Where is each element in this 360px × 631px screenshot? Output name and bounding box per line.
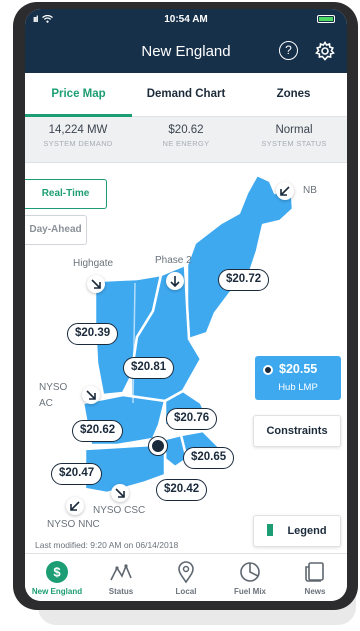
nyso-nnc-interface-arrow-icon[interactable] [66,497,84,515]
real-time-toggle[interactable]: Real-Time [25,179,107,209]
location-pin-icon [154,560,218,584]
nyso-nnc-label: NYSO NNC [47,519,100,530]
phase2-label: Phase 2 [155,255,192,266]
stat-system-status: Normal SYSTEM STATUS [241,124,347,148]
highgate-interface-arrow-icon[interactable] [87,275,105,293]
stat-label: SYSTEM STATUS [261,139,327,148]
hub-label: Hub LMP [278,382,318,393]
hub-location-marker[interactable] [149,437,167,455]
view-tabs: Price Map Demand Chart Zones [25,73,347,117]
status-chart-icon [89,560,153,584]
price-nema[interactable]: $20.76 [166,408,218,430]
app-header: ııl 10:54 AM New England ? [25,9,347,73]
nav-label: News [304,587,326,596]
stat-label: NE ENERGY [162,139,210,148]
hub-lmp-card[interactable]: $20.55 Hub LMP [255,356,341,400]
nav-new-england[interactable]: $ New England [25,560,89,596]
price-new-hampshire[interactable]: $20.81 [123,357,175,379]
price-maine[interactable]: $20.72 [218,269,270,291]
nyso-ac-label: NYSO AC [39,382,68,409]
stat-system-demand: 14,224 MW SYSTEM DEMAND [25,124,131,148]
nyso-ac-interface-arrow-icon[interactable] [82,386,100,404]
hub-dot-icon [263,365,273,375]
system-stats: 14,224 MW SYSTEM DEMAND $20.62 NE ENERGY… [25,117,347,163]
nav-local[interactable]: Local [154,560,218,596]
price-wcma[interactable]: $20.62 [72,420,124,442]
nav-label: New England [31,587,83,596]
page-title: New England [141,43,231,60]
nav-label: Local [175,587,197,596]
nav-label: Fuel Mix [233,587,266,596]
nb-interface-arrow-icon[interactable] [276,182,294,200]
nb-label: NB [303,185,317,196]
day-ahead-toggle[interactable]: Day-Ahead [25,215,87,245]
phase2-interface-arrow-icon[interactable] [166,272,184,290]
highgate-label: Highgate [73,258,114,269]
stat-value: Normal [275,124,313,136]
svg-text:$: $ [53,565,61,580]
last-modified: Last modified: 9:20 AM on 06/14/2018 [35,540,179,550]
stat-label: SYSTEM DEMAND [43,139,113,148]
help-button[interactable]: ? [279,41,298,60]
stat-ne-energy: $20.62 NE ENERGY [133,124,239,148]
dollar-icon: $ [25,560,89,584]
nav-news[interactable]: News [283,560,347,596]
news-icon [283,560,347,584]
settings-gear-icon[interactable] [315,41,335,61]
bottom-nav: $ New England Status Local Fuel Mix News [25,553,347,601]
legend-button[interactable]: Legend [253,515,341,547]
hub-price: $20.55 [279,362,318,376]
nav-status[interactable]: Status [89,560,153,596]
price-semass[interactable]: $20.42 [156,479,208,501]
nyso-csc-label: NYSO CSC [93,505,146,516]
stage: ııl 10:54 AM New England ? Price Map Dem… [0,0,360,631]
stat-value: 14,224 MW [48,124,108,136]
price-rhode-island[interactable]: $20.65 [183,447,235,469]
pie-chart-icon [218,560,282,584]
battery-icon [317,15,335,23]
status-bar: ııl 10:54 AM [25,9,347,29]
price-connecticut[interactable]: $20.47 [51,463,103,485]
price-vermont[interactable]: $20.39 [67,323,119,345]
tab-demand-chart[interactable]: Demand Chart [132,73,240,117]
region-maine [185,173,295,341]
app-screen: ııl 10:54 AM New England ? Price Map Dem… [25,9,347,601]
legend-label: Legend [287,525,327,537]
nav-label: Status [108,587,134,596]
tab-zones[interactable]: Zones [240,73,347,117]
legend-swatch-icon [267,524,274,537]
tab-price-map[interactable]: Price Map [25,73,132,117]
nyso-csc-interface-arrow-icon[interactable] [111,484,129,502]
price-map: Real-Time Day-Ahead NB Highgate Phase 2 … [25,163,347,553]
nav-fuel-mix[interactable]: Fuel Mix [218,560,282,596]
stat-value: $20.62 [168,124,204,136]
constraints-button[interactable]: Constraints [253,415,341,447]
status-time: 10:54 AM [164,14,208,25]
